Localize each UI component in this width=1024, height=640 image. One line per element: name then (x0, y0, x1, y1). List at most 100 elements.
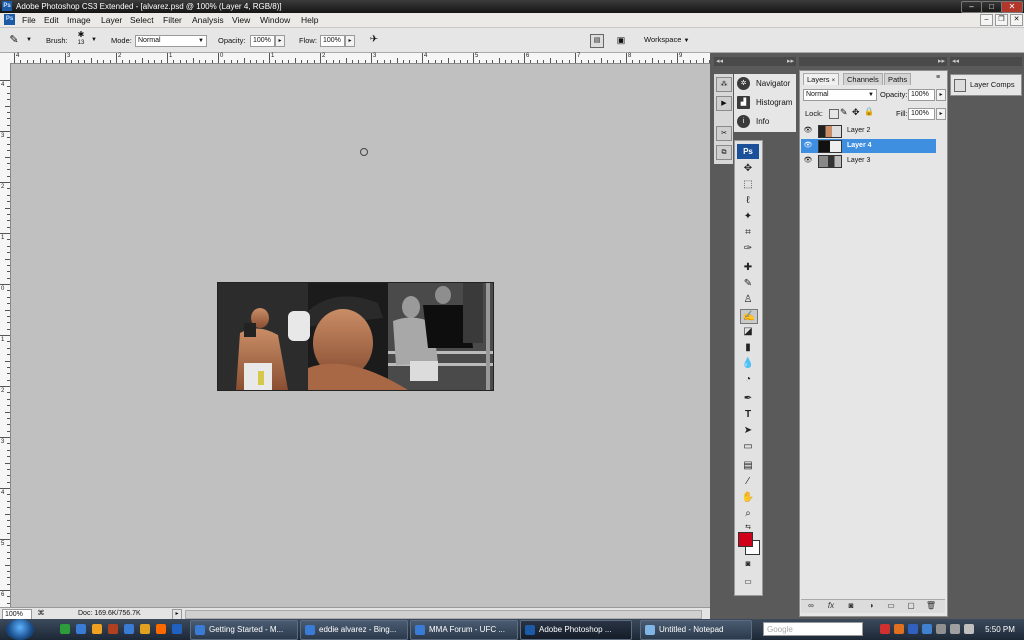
quicklaunch-icon[interactable] (108, 624, 118, 634)
fill-slider-button[interactable]: ▸ (936, 108, 946, 120)
dock-collapse-bar-right[interactable]: ◂◂ (950, 57, 1022, 66)
delete-layer-icon[interactable]: 🗑 (925, 601, 937, 611)
link-layers-icon[interactable]: ∞ (805, 601, 817, 611)
layer-row-selected[interactable]: 👁 Layer 4 (801, 139, 936, 153)
lasso-tool-icon[interactable]: ℓ (740, 194, 756, 207)
tool-preset-brush-icon[interactable]: ✎ (6, 33, 22, 47)
menu-select[interactable]: Select (130, 14, 154, 26)
blend-mode-select[interactable]: Normal ▼ (803, 89, 877, 101)
brush-picker[interactable]: ✱ 13 (74, 31, 88, 49)
lock-position-icon[interactable]: ✥ (852, 107, 860, 118)
taskbar-button[interactable]: MMA Forum - UFC ... (410, 620, 518, 640)
volume-icon[interactable] (964, 624, 974, 634)
layer-opacity-slider-button[interactable]: ▸ (936, 89, 946, 101)
menu-file[interactable]: File (22, 14, 36, 26)
layer-comps-panel-button[interactable]: Layer Comps (950, 74, 1022, 96)
pen-tool-icon[interactable]: ✒ (740, 392, 756, 405)
histogram-panel-button[interactable]: ▟ Histogram (736, 94, 796, 112)
fill-field[interactable]: 100% (908, 108, 935, 120)
quicklaunch-icon[interactable] (156, 624, 166, 634)
shape-tool-icon[interactable]: ▭ (740, 440, 756, 453)
app-badge[interactable]: Ps (4, 14, 15, 25)
flow-slider-button[interactable]: ▸ (345, 35, 355, 47)
tab-channels[interactable]: Channels (843, 73, 883, 85)
menu-image[interactable]: Image (67, 14, 91, 26)
menu-analysis[interactable]: Analysis (192, 14, 224, 26)
crop-tool-icon[interactable]: ⌗ (740, 226, 756, 239)
opacity-slider-button[interactable]: ▸ (275, 35, 285, 47)
quicklaunch-icon[interactable] (76, 624, 86, 634)
menu-view[interactable]: View (232, 14, 250, 26)
info-panel-button[interactable]: i Info (736, 113, 796, 131)
lock-all-icon[interactable]: 🔒 (864, 107, 874, 116)
clone-stamp-tool-icon[interactable]: ♙ (740, 293, 756, 306)
move-tool-icon[interactable]: ✥ (740, 162, 756, 175)
toolbar-search-input[interactable]: Google (763, 622, 863, 636)
clock[interactable]: 5:50 PM (980, 619, 1020, 640)
tray-icon[interactable] (908, 624, 918, 634)
airbrush-icon[interactable]: ✈ (366, 33, 382, 47)
tab-layers[interactable]: Layers × (803, 73, 840, 85)
bridge-icon[interactable]: ▣ (613, 34, 629, 46)
close-button[interactable]: ✕ (1001, 1, 1023, 13)
menu-layer[interactable]: Layer (101, 14, 122, 26)
actions-panel-icon[interactable]: ▶ (716, 96, 732, 111)
taskbar-button-active[interactable]: Adobe Photoshop ... (520, 620, 632, 640)
lock-transparency-icon[interactable] (829, 109, 839, 119)
workspace-menu[interactable]: Workspace ▼ (644, 35, 689, 46)
dock-collapse-bar-left[interactable]: ◂◂ ▸▸ (714, 57, 796, 66)
menu-edit[interactable]: Edit (44, 14, 59, 26)
toolbox-logo[interactable]: Ps (737, 144, 759, 159)
taskbar-button[interactable]: Untitled - Notepad (640, 620, 752, 640)
menu-window[interactable]: Window (260, 14, 290, 26)
brush-tool-icon[interactable]: ✎ (740, 277, 756, 290)
horizontal-scrollbar[interactable] (185, 610, 702, 619)
new-layer-icon[interactable]: ▢ (905, 601, 917, 611)
marquee-tool-icon[interactable]: ⬚ (740, 178, 756, 191)
foreground-color-swatch[interactable] (738, 532, 753, 547)
new-group-icon[interactable]: ▭ (885, 601, 897, 611)
tray-icon[interactable] (880, 624, 890, 634)
tray-icon[interactable] (922, 624, 932, 634)
visibility-eye-icon[interactable]: 👁 (803, 141, 813, 151)
layer-style-icon[interactable]: fx (825, 601, 837, 611)
lock-image-icon[interactable]: ✎ (840, 107, 848, 118)
network-icon[interactable] (950, 624, 960, 634)
blur-tool-icon[interactable]: 💧 (740, 357, 756, 370)
start-button[interactable] (6, 619, 34, 640)
brush-dropdown-icon[interactable]: ▼ (91, 37, 97, 43)
document-image[interactable] (217, 282, 494, 391)
visibility-eye-icon[interactable]: 👁 (803, 156, 813, 166)
opacity-field[interactable]: 100% (250, 35, 275, 47)
type-tool-icon[interactable]: T (740, 408, 756, 421)
visibility-eye-icon[interactable]: 👁 (803, 126, 813, 136)
slice-tool-icon[interactable]: ✑ (740, 242, 756, 255)
quicklaunch-icon[interactable] (172, 624, 182, 634)
quicklaunch-icon[interactable] (140, 624, 150, 634)
file-browser-icon[interactable]: ▤ (590, 34, 604, 48)
status-info-icon[interactable]: ⌘ (36, 609, 46, 619)
layer-row[interactable]: 👁 Layer 2 (801, 124, 936, 138)
gradient-tool-icon[interactable]: ▮ (740, 341, 756, 354)
history-brush-tool-icon[interactable]: ✍ (740, 309, 758, 324)
layer-mask-icon[interactable]: ◙ (845, 601, 857, 611)
clone-source-icon[interactable]: ⧉ (716, 145, 732, 160)
quicklaunch-icon[interactable] (124, 624, 134, 634)
screen-mode-icon[interactable]: ▭ (740, 575, 756, 588)
taskbar-button[interactable]: eddie alvarez - Bing... (300, 620, 408, 640)
doc-minimize-button[interactable]: – (980, 14, 993, 26)
minimize-button[interactable]: – (961, 1, 982, 13)
quicklaunch-icon[interactable] (60, 624, 70, 634)
zoom-tool-icon[interactable]: ⌕ (740, 507, 756, 520)
flow-field[interactable]: 100% (320, 35, 345, 47)
doc-close-button[interactable]: ✕ (1010, 14, 1023, 26)
tool-presets-icon[interactable]: ✂ (716, 126, 732, 141)
menu-filter[interactable]: Filter (163, 14, 182, 26)
adjustment-layer-icon[interactable]: ◑ (865, 601, 877, 611)
layer-opacity-field[interactable]: 100% (908, 89, 935, 101)
tab-paths[interactable]: Paths (884, 73, 912, 85)
quicklaunch-icon[interactable] (92, 624, 102, 634)
mode-select[interactable]: Normal ▼ (135, 35, 207, 47)
brushes-panel-icon[interactable]: ⁂ (716, 77, 732, 92)
close-tab-icon[interactable]: × (832, 78, 836, 84)
